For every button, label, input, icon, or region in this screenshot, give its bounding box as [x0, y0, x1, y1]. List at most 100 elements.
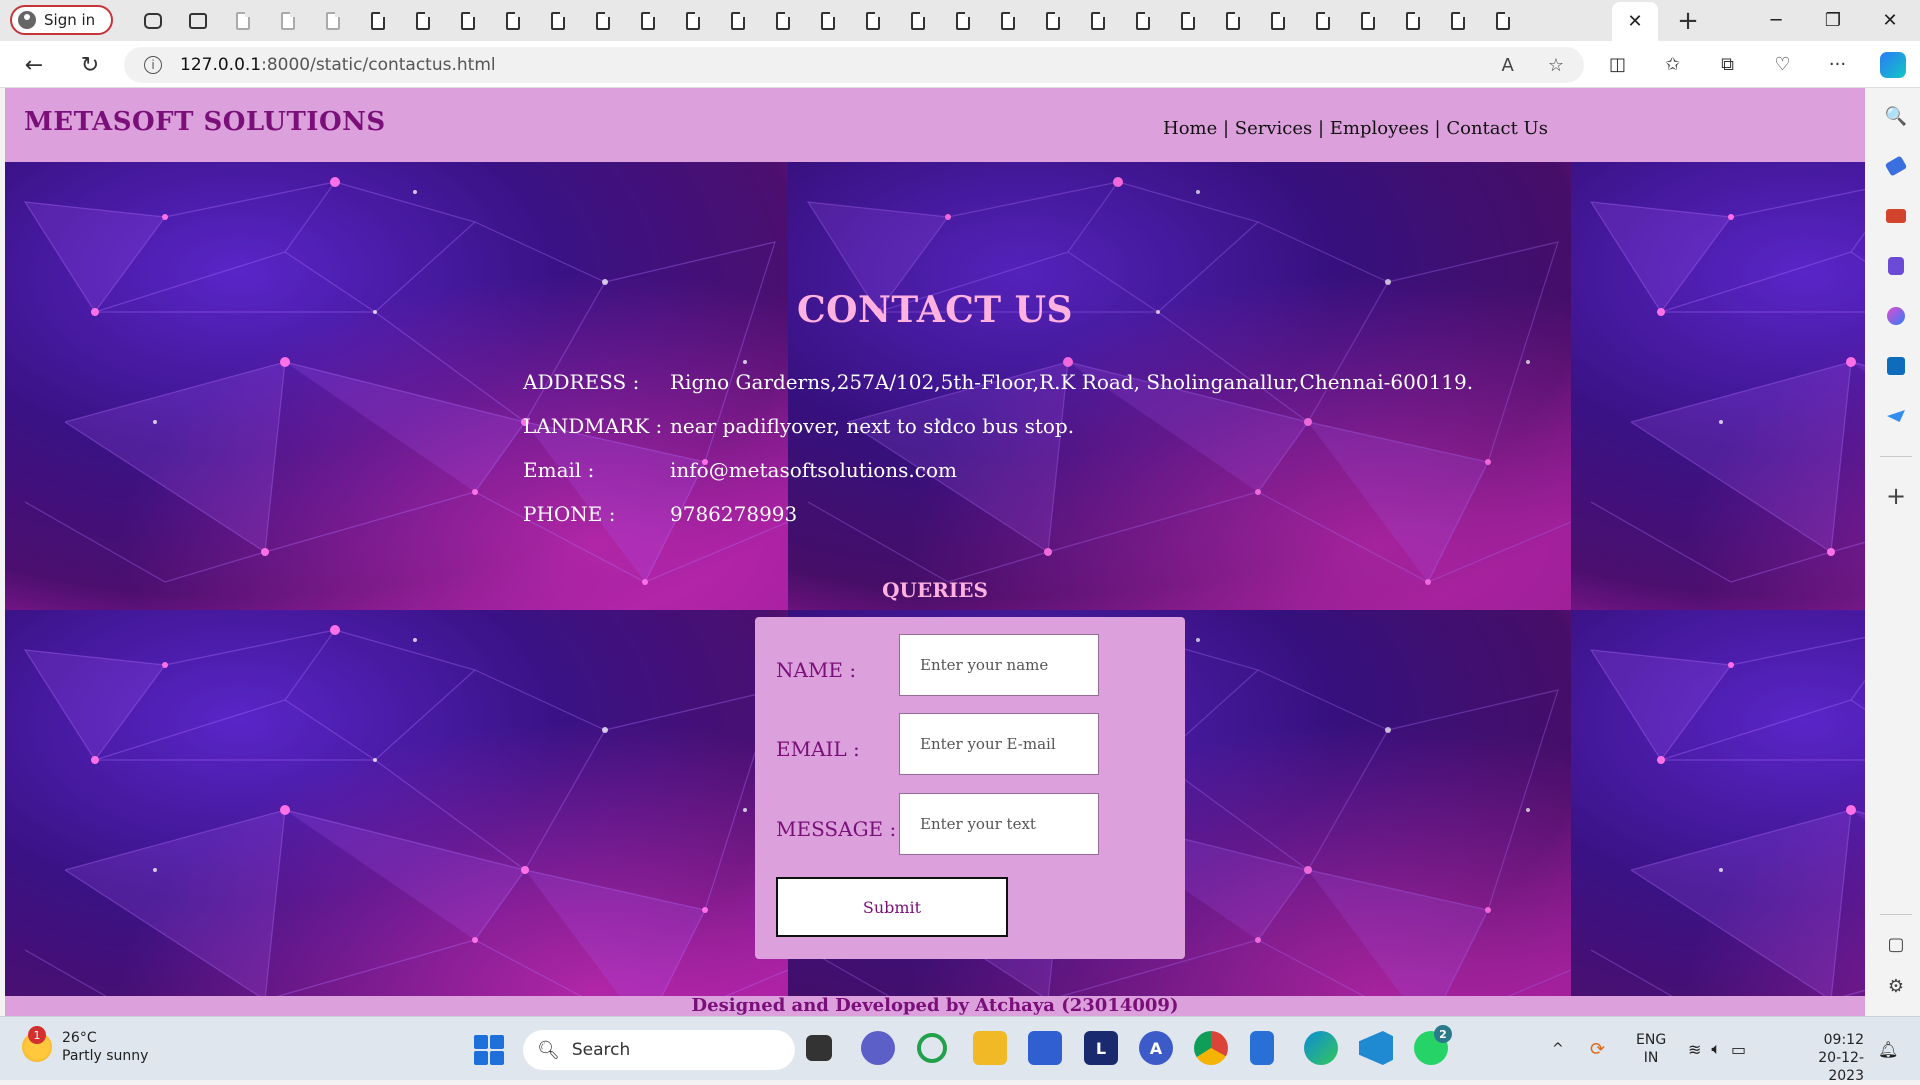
tab[interactable] — [760, 0, 805, 41]
microsoft-365-icon[interactable] — [1882, 302, 1910, 330]
tab[interactable] — [1075, 0, 1120, 41]
weather-sun-icon: 1 — [22, 1026, 52, 1062]
nav-services-link[interactable]: Services — [1235, 118, 1312, 139]
tab[interactable] — [895, 0, 940, 41]
edge-icon[interactable] — [1304, 1031, 1338, 1065]
nav-contact-link[interactable]: Contact Us — [1446, 118, 1548, 139]
notepad-icon[interactable] — [1250, 1031, 1274, 1065]
tab[interactable] — [1345, 0, 1390, 41]
region-code: IN — [1643, 1050, 1659, 1066]
nav-separator: | — [1312, 118, 1330, 139]
landmark-value: near padiflyover, next to sidco bus stop… — [670, 414, 1075, 438]
tab[interactable] — [1480, 0, 1525, 41]
tray-overflow-icon[interactable]: ^ — [1552, 1017, 1564, 1081]
split-screen-icon[interactable]: ◫ — [1590, 41, 1645, 88]
tab[interactable] — [310, 0, 355, 41]
sign-in-button[interactable]: Sign in — [10, 5, 113, 35]
taskbar-search[interactable]: 🔍︎ Search — [523, 1030, 795, 1070]
url-field[interactable]: i 127.0.0.1:8000/static/contactus.html A… — [124, 47, 1584, 83]
shopping-tag-icon[interactable] — [1882, 152, 1910, 180]
tab[interactable] — [490, 0, 535, 41]
file-explorer-icon[interactable] — [973, 1031, 1007, 1065]
site-brand: METASOFT SOLUTIONS — [24, 107, 386, 137]
tab[interactable] — [1390, 0, 1435, 41]
tab-actions-icon[interactable] — [175, 0, 220, 41]
site-info-icon[interactable]: i — [144, 56, 162, 74]
tab[interactable] — [445, 0, 490, 41]
tab[interactable] — [535, 0, 580, 41]
tab[interactable] — [940, 0, 985, 41]
tab[interactable] — [1300, 0, 1345, 41]
tab[interactable] — [265, 0, 310, 41]
tab[interactable] — [670, 0, 715, 41]
tab[interactable] — [985, 0, 1030, 41]
nav-employees-link[interactable]: Employees — [1330, 118, 1429, 139]
search-icon[interactable]: 🔍 — [1882, 102, 1910, 130]
tab[interactable] — [625, 0, 670, 41]
games-icon[interactable] — [1882, 252, 1910, 280]
tab[interactable] — [400, 0, 445, 41]
tab[interactable] — [355, 0, 400, 41]
close-tab-icon[interactable]: ✕ — [1627, 11, 1642, 32]
settings-gear-icon[interactable]: ⚙ — [1882, 972, 1910, 1000]
more-options-icon[interactable]: ··· — [1810, 41, 1865, 88]
whatsapp-icon[interactable]: 2 — [1414, 1025, 1452, 1065]
hide-sidebar-icon[interactable]: ▢ — [1882, 930, 1910, 958]
weather-widget[interactable]: 1 26°C Partly sunny — [22, 1026, 148, 1065]
microsoft-store-icon[interactable] — [1028, 1031, 1062, 1065]
email-input[interactable] — [899, 713, 1099, 775]
browser-essentials-icon[interactable]: ♡ — [1755, 41, 1810, 88]
teams-chat-icon[interactable] — [861, 1031, 895, 1065]
read-aloud-icon[interactable]: A — [1502, 55, 1514, 76]
minimize-icon[interactable]: ─ — [1748, 0, 1804, 41]
task-view-icon[interactable] — [806, 1035, 832, 1061]
message-input[interactable] — [899, 793, 1099, 855]
update-icon[interactable]: ⟳ — [1590, 1017, 1605, 1081]
language-indicator[interactable]: ENG IN — [1636, 1017, 1666, 1081]
search-icon: 🔍︎ — [537, 1039, 560, 1061]
copilot-icon[interactable] — [1865, 41, 1920, 88]
tab[interactable] — [1210, 0, 1255, 41]
drop-icon[interactable] — [1882, 402, 1910, 430]
refresh-app-icon[interactable] — [917, 1033, 947, 1063]
favorites-icon[interactable]: ✩ — [1645, 41, 1700, 88]
name-input[interactable] — [899, 634, 1099, 696]
address-label: ADDRESS : — [523, 370, 640, 394]
chrome-icon[interactable] — [1194, 1031, 1228, 1065]
outlook-icon[interactable] — [1882, 352, 1910, 380]
clock[interactable]: 09:12 20-12-2023 — [1786, 1031, 1864, 1085]
workspaces-icon[interactable] — [130, 0, 175, 41]
close-window-icon[interactable]: ✕ — [1862, 0, 1918, 41]
tab[interactable] — [580, 0, 625, 41]
add-icon[interactable]: + — [1882, 482, 1910, 510]
tab[interactable] — [1255, 0, 1300, 41]
submit-button[interactable]: Submit — [776, 877, 1008, 937]
tab[interactable] — [220, 0, 265, 41]
back-icon[interactable]: ← — [16, 49, 52, 81]
system-tray[interactable]: ≋ 🔈︎ ▭ — [1688, 1017, 1746, 1081]
clock-time: 09:12 — [1823, 1032, 1864, 1048]
tab[interactable] — [1435, 0, 1480, 41]
app-a-icon[interactable]: A — [1139, 1031, 1173, 1065]
tools-icon[interactable] — [1882, 202, 1910, 230]
nav-home-link[interactable]: Home — [1163, 118, 1217, 139]
favorite-star-icon[interactable]: ☆ — [1548, 55, 1564, 76]
vscode-icon[interactable] — [1359, 1031, 1393, 1065]
active-tab[interactable]: ✕ — [1612, 2, 1658, 41]
queries-heading: QUERIES — [882, 578, 988, 602]
new-tab-button[interactable]: + — [1668, 0, 1708, 41]
tab[interactable] — [805, 0, 850, 41]
tab[interactable] — [1165, 0, 1210, 41]
tab[interactable] — [1030, 0, 1075, 41]
restore-icon[interactable]: ❐ — [1805, 0, 1861, 41]
tab[interactable] — [1120, 0, 1165, 41]
collections-icon[interactable]: ⧉ — [1700, 41, 1755, 88]
tab[interactable] — [850, 0, 895, 41]
tab[interactable] — [715, 0, 760, 41]
l-app-icon[interactable]: L — [1084, 1031, 1118, 1065]
notification-bell-icon[interactable]: 🔔︎ — [1878, 1017, 1898, 1081]
tab-list — [130, 0, 1525, 41]
start-button[interactable] — [474, 1035, 504, 1065]
page-title: CONTACT US — [796, 289, 1074, 331]
refresh-icon[interactable]: ↻ — [72, 49, 108, 81]
